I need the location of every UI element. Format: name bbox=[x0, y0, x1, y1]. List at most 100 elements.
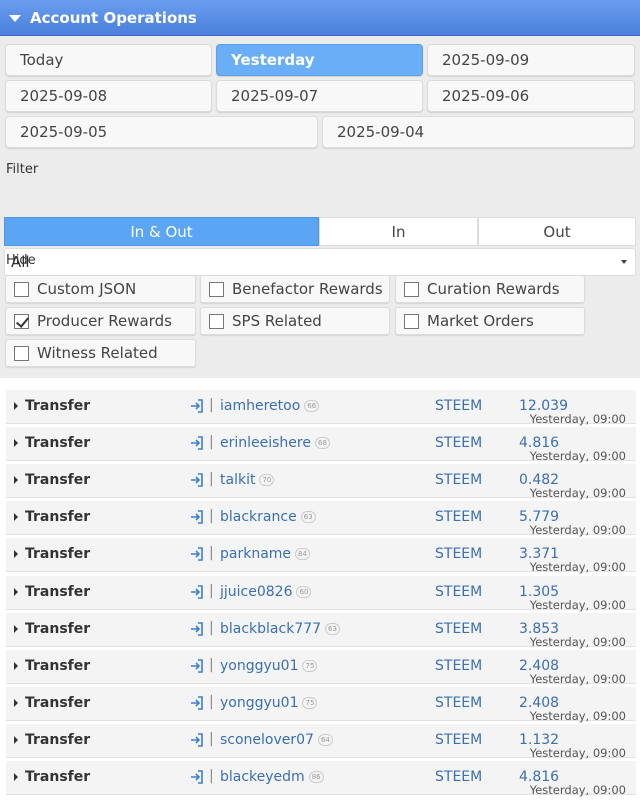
operation-row[interactable]: Transfer | yonggyu01 75 STEEM 2.408 Yesterday,… bbox=[6, 686, 636, 723]
asset-name[interactable]: STEEM bbox=[435, 435, 482, 451]
filter-panel: Today Yesterday 2025-09-09 2025-09-08 20… bbox=[0, 36, 640, 378]
asset-name[interactable]: STEEM bbox=[435, 695, 482, 711]
reputation-badge: 75 bbox=[302, 659, 318, 672]
account-name[interactable]: erinleeishere bbox=[220, 435, 311, 451]
date-button-2025-09-09[interactable]: 2025-09-09 bbox=[427, 44, 635, 76]
account-name[interactable]: blackrance bbox=[220, 509, 297, 525]
account-name[interactable]: parkname bbox=[220, 546, 291, 562]
date-label: 2025-09-04 bbox=[337, 123, 425, 141]
date-button-2025-09-04[interactable]: 2025-09-04 bbox=[322, 116, 635, 148]
operation-type: Transfer bbox=[25, 583, 91, 600]
operation-type-select[interactable]: All bbox=[4, 248, 636, 276]
reputation-badge: 64 bbox=[317, 733, 333, 746]
account-name[interactable]: talkit bbox=[220, 472, 255, 488]
date-button-2025-09-05[interactable]: 2025-09-05 bbox=[5, 116, 318, 148]
separator: | bbox=[209, 508, 214, 525]
account-link[interactable]: blackblack777 63 bbox=[220, 621, 340, 637]
account-name[interactable]: blackeyedm bbox=[220, 769, 305, 785]
timestamp: Yesterday, 09:00 bbox=[529, 412, 626, 426]
account-link[interactable]: talkit 70 bbox=[220, 472, 275, 488]
account-link[interactable]: erinleeishere 68 bbox=[220, 435, 330, 451]
expand-caret-icon[interactable] bbox=[14, 773, 18, 781]
account-link[interactable]: yonggyu01 75 bbox=[220, 658, 318, 674]
operation-type: Transfer bbox=[25, 731, 91, 748]
expand-caret-icon[interactable] bbox=[14, 661, 18, 670]
asset-name[interactable]: STEEM bbox=[435, 658, 482, 674]
checkbox-icon bbox=[404, 313, 419, 329]
asset-name[interactable]: STEEM bbox=[435, 621, 482, 637]
operation-row[interactable]: Transfer | jjuice0826 60 STEEM 1.305 Yesterday… bbox=[6, 575, 636, 612]
operation-row[interactable]: Transfer | yonggyu01 75 STEEM 2.408 Yesterday,… bbox=[6, 649, 636, 686]
expand-caret-icon[interactable] bbox=[14, 439, 18, 448]
hide-sps-related-checkbox[interactable]: SPS Related bbox=[200, 307, 390, 335]
operation-row[interactable]: Transfer | erinleeishere 68 STEEM 4.816 Yester… bbox=[6, 427, 636, 463]
expand-caret-icon[interactable] bbox=[14, 476, 18, 485]
timestamp: Yesterday, 09:00 bbox=[529, 523, 626, 538]
asset-name[interactable]: STEEM bbox=[435, 546, 482, 562]
hide-market-orders-checkbox[interactable]: Market Orders bbox=[395, 307, 585, 335]
date-label: 2025-09-06 bbox=[442, 87, 530, 105]
asset-name[interactable]: STEEM bbox=[435, 509, 482, 525]
hide-benefactor-rewards-checkbox[interactable]: Benefactor Rewards bbox=[200, 275, 390, 303]
account-link[interactable]: blackeyedm 86 bbox=[220, 769, 324, 785]
expand-caret-icon[interactable] bbox=[14, 587, 18, 596]
account-link[interactable]: blackrance 63 bbox=[220, 509, 316, 525]
operation-type: Transfer bbox=[25, 657, 91, 674]
date-button-2025-09-08[interactable]: 2025-09-08 bbox=[5, 80, 212, 112]
reputation-badge: 70 bbox=[259, 474, 275, 487]
hide-witness-related-checkbox[interactable]: Witness Related bbox=[5, 339, 196, 367]
hide-producer-rewards-checkbox[interactable]: Producer Rewards bbox=[5, 307, 196, 335]
separator: | bbox=[209, 656, 214, 673]
account-name[interactable]: yonggyu01 bbox=[220, 695, 298, 711]
operation-type: Transfer bbox=[25, 398, 91, 414]
account-link[interactable]: yonggyu01 75 bbox=[220, 695, 318, 711]
expand-caret-icon[interactable] bbox=[14, 513, 18, 522]
operation-row[interactable]: Transfer | blackeyedm 86 STEEM 4.816 Yesterday… bbox=[6, 761, 636, 797]
filter-segment-in-out[interactable]: In & Out bbox=[4, 217, 319, 246]
date-label: Today bbox=[20, 51, 64, 69]
operation-row[interactable]: Transfer | blackblack777 63 STEEM 3.853 Yester… bbox=[6, 612, 636, 649]
asset-name[interactable]: STEEM bbox=[435, 732, 482, 748]
date-button-2025-09-06[interactable]: 2025-09-06 bbox=[427, 80, 635, 112]
asset-name[interactable]: STEEM bbox=[435, 769, 482, 785]
timestamp: Yesterday, 09:00 bbox=[529, 745, 626, 760]
filter-segment-out[interactable]: Out bbox=[478, 217, 636, 246]
reputation-badge: 63 bbox=[325, 622, 340, 635]
dropdown-arrow-icon bbox=[621, 260, 627, 264]
operation-row[interactable]: Transfer | talkit 70 STEEM 0.482 Yesterday, 09… bbox=[6, 464, 636, 500]
checkbox-icon bbox=[14, 345, 29, 361]
reputation-badge: 60 bbox=[296, 585, 312, 598]
operation-row[interactable]: Transfer | blackrance 63 STEEM 5.779 Yesterday… bbox=[6, 501, 636, 538]
expand-caret-icon[interactable] bbox=[14, 550, 18, 559]
account-name[interactable]: blackblack777 bbox=[220, 621, 321, 637]
account-name[interactable]: sconelover07 bbox=[220, 732, 314, 748]
account-operations-header[interactable]: Account Operations bbox=[0, 0, 640, 36]
incoming-transfer-icon bbox=[191, 584, 203, 599]
hide-custom-json-checkbox[interactable]: Custom JSON bbox=[5, 275, 196, 303]
expand-caret-icon[interactable] bbox=[14, 698, 18, 707]
asset-name[interactable]: STEEM bbox=[435, 584, 482, 600]
separator: | bbox=[209, 582, 214, 599]
expand-caret-icon[interactable] bbox=[14, 624, 18, 633]
account-link[interactable]: sconelover07 64 bbox=[220, 732, 333, 748]
date-button-today[interactable]: Today bbox=[5, 44, 212, 76]
operation-row[interactable]: Transfer | parkname 84 STEEM 3.371 Yesterday, … bbox=[6, 538, 636, 574]
account-name[interactable]: iamheretoo bbox=[220, 398, 300, 414]
account-name[interactable]: jjuice0826 bbox=[220, 584, 292, 600]
date-button-2025-09-07[interactable]: 2025-09-07 bbox=[216, 80, 423, 112]
operation-row[interactable]: Transfer | sconelover07 64 STEEM 1.132 Yesterd… bbox=[6, 723, 636, 760]
date-button-yesterday[interactable]: Yesterday bbox=[216, 44, 423, 76]
expand-caret-icon[interactable] bbox=[14, 402, 18, 410]
asset-name[interactable]: STEEM bbox=[435, 398, 482, 414]
operation-row[interactable]: Transfer | iamheretoo 66 STEEM 12.039 Yesterda… bbox=[6, 390, 636, 426]
hide-curation-rewards-checkbox[interactable]: Curation Rewards bbox=[395, 275, 585, 303]
account-link[interactable]: parkname 84 bbox=[220, 546, 310, 562]
account-link[interactable]: iamheretoo 66 bbox=[220, 398, 320, 414]
account-link[interactable]: jjuice0826 60 bbox=[220, 584, 312, 600]
asset-name[interactable]: STEEM bbox=[435, 472, 482, 488]
account-name[interactable]: yonggyu01 bbox=[220, 658, 298, 674]
filter-label: Filter bbox=[6, 162, 39, 177]
incoming-transfer-icon bbox=[191, 770, 203, 784]
filter-segment-in[interactable]: In bbox=[319, 217, 478, 246]
expand-caret-icon[interactable] bbox=[14, 735, 18, 744]
